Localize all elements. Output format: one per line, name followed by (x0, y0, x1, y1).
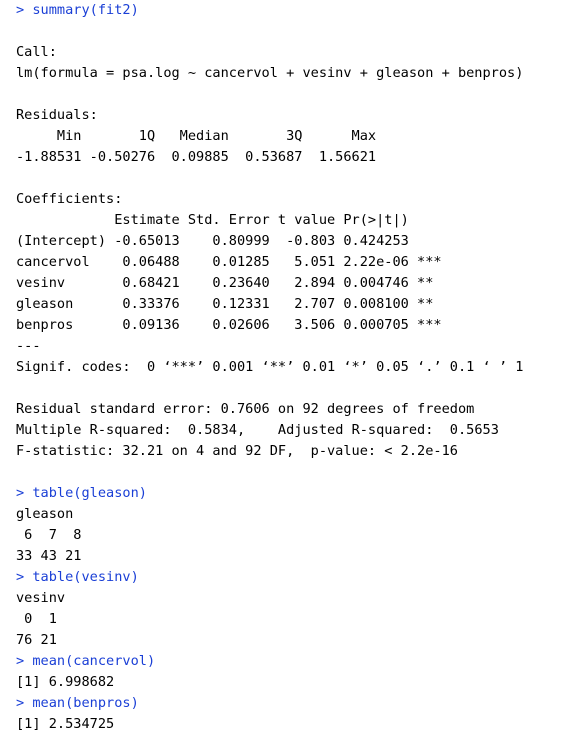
gleason-counts: 33 43 21 (16, 548, 90, 564)
command-table-vesinv: > table(vesinv) (16, 569, 139, 585)
command-summary: > summary(fit2) (16, 2, 139, 18)
mean-benpros-result: [1] 2.534725 (16, 716, 115, 732)
coef-row-gleason: gleason 0.33376 0.12331 2.707 0.008100 *… (16, 296, 442, 312)
coefficients-label: Coefficients: (16, 191, 123, 207)
call-formula: lm(formula = psa.log ~ cancervol + vesin… (16, 65, 524, 81)
r-squared: Multiple R-squared: 0.5834, Adjusted R-s… (16, 422, 508, 438)
gleason-name: gleason (16, 506, 74, 522)
command-mean-benpros: > mean(benpros) (16, 695, 139, 711)
vesinv-counts: 76 21 (16, 632, 66, 648)
coefficients-header: Estimate Std. Error t value Pr(>|t|) (16, 212, 442, 228)
signif-separator: --- (16, 338, 41, 354)
vesinv-name: vesinv (16, 590, 66, 606)
gleason-levels: 6 7 8 (16, 527, 90, 543)
residuals-header: Min 1Q Median 3Q Max (16, 128, 385, 144)
command-table-gleason: > table(gleason) (16, 485, 147, 501)
coef-row-vesinv: vesinv 0.68421 0.23640 2.894 0.004746 ** (16, 275, 442, 291)
r-console-output[interactable]: > summary(fit2) Call: lm(formula = psa.l… (0, 0, 583, 732)
residuals-values: -1.88531 -0.50276 0.09885 0.53687 1.5662… (16, 149, 385, 165)
residual-standard-error: Residual standard error: 0.7606 on 92 de… (16, 401, 475, 417)
call-label: Call: (16, 44, 57, 60)
coef-row-intercept: (Intercept) -0.65013 0.80999 -0.803 0.42… (16, 233, 442, 249)
coef-row-cancervol: cancervol 0.06488 0.01285 5.051 2.22e-06… (16, 254, 442, 270)
signif-codes: Signif. codes: 0 ‘***’ 0.001 ‘**’ 0.01 ‘… (16, 359, 524, 375)
mean-cancervol-result: [1] 6.998682 (16, 674, 115, 690)
coef-row-benpros: benpros 0.09136 0.02606 3.506 0.000705 *… (16, 317, 442, 333)
residuals-label: Residuals: (16, 107, 98, 123)
vesinv-levels: 0 1 (16, 611, 66, 627)
f-statistic: F-statistic: 32.21 on 4 and 92 DF, p-val… (16, 443, 458, 459)
command-mean-cancervol: > mean(cancervol) (16, 653, 156, 669)
